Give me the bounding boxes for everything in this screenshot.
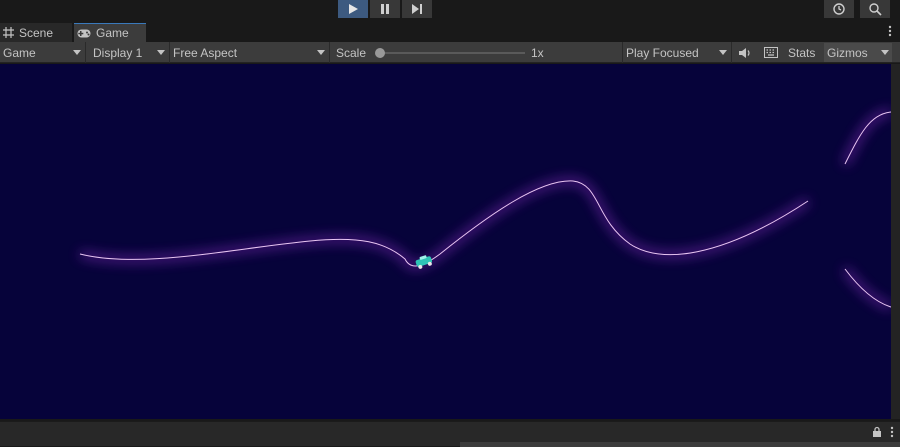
mute-audio-button[interactable] xyxy=(734,42,756,63)
more-vertical-icon xyxy=(888,25,892,37)
step-button[interactable] xyxy=(402,0,432,18)
grid-icon xyxy=(3,27,14,38)
keyboard-icon xyxy=(764,47,778,58)
play-toolbar xyxy=(0,0,900,23)
tab-menu-button[interactable] xyxy=(888,25,892,40)
view-mode-label: Game xyxy=(3,45,36,60)
lock-icon[interactable] xyxy=(872,426,882,437)
play-mode-label: Play Focused xyxy=(626,45,699,60)
game-viewport[interactable] xyxy=(0,64,891,419)
speaker-icon xyxy=(739,47,750,58)
track-glow xyxy=(79,109,891,310)
history-icon xyxy=(833,3,845,15)
view-mode-dropdown[interactable]: Game xyxy=(0,42,86,63)
viewport-scrollbar[interactable] xyxy=(891,64,900,419)
more-vertical-icon[interactable] xyxy=(890,426,894,438)
tab-strip: Scene Game xyxy=(0,23,900,42)
scale-label: Scale xyxy=(336,46,367,60)
pause-button[interactable] xyxy=(370,0,400,18)
display-dropdown[interactable]: Display 1 xyxy=(90,42,170,63)
chevron-down-icon xyxy=(157,50,165,55)
gizmos-dropdown[interactable]: Gizmos xyxy=(824,43,892,62)
bottom-panel-header xyxy=(0,421,900,447)
stats-button[interactable]: Stats xyxy=(788,46,815,60)
chevron-down-icon xyxy=(881,50,889,55)
display-label: Display 1 xyxy=(93,45,143,60)
play-controls xyxy=(338,0,432,18)
game-toolbar: Game Display 1 Free Aspect Scale 1x Play… xyxy=(0,42,900,63)
gamepad-icon xyxy=(77,29,91,37)
aspect-dropdown[interactable]: Free Aspect xyxy=(170,42,330,63)
shortcuts-button[interactable] xyxy=(760,42,782,63)
scale-slider-track[interactable] xyxy=(378,52,525,54)
scale-slider-thumb[interactable] xyxy=(375,48,385,58)
pause-icon xyxy=(381,4,389,14)
step-icon xyxy=(412,4,422,14)
search-icon xyxy=(869,3,882,16)
tab-scene-label: Scene xyxy=(19,25,54,40)
chevron-down-icon xyxy=(719,50,727,55)
play-button[interactable] xyxy=(338,0,368,18)
history-button[interactable] xyxy=(824,0,854,18)
search-button[interactable] xyxy=(860,0,890,18)
play-icon xyxy=(349,4,358,14)
chevron-down-icon xyxy=(317,50,325,55)
aspect-label: Free Aspect xyxy=(173,45,238,60)
gizmos-label: Gizmos xyxy=(827,45,868,60)
tab-game[interactable]: Game xyxy=(74,23,146,42)
tab-scene[interactable]: Scene xyxy=(0,23,72,42)
tab-game-label: Game xyxy=(96,26,129,40)
game-scene xyxy=(79,109,891,310)
bottom-panel-toolbar xyxy=(460,442,900,447)
play-mode-dropdown[interactable]: Play Focused xyxy=(622,42,732,63)
chevron-down-icon xyxy=(73,50,81,55)
scale-value: 1x xyxy=(531,46,544,60)
